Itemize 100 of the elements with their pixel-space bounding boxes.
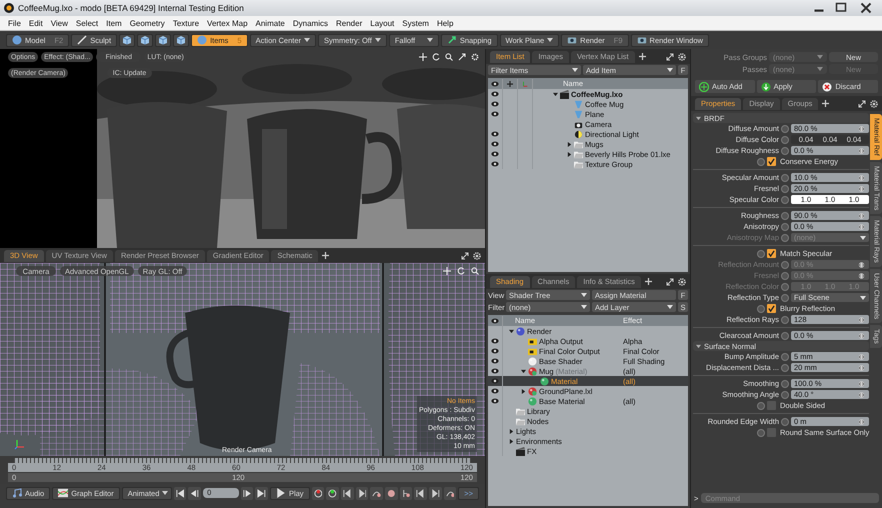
eye-icon[interactable] [491,338,499,344]
arrows-icon[interactable] [857,212,866,218]
channel-dot[interactable] [781,146,789,154]
eye-icon[interactable] [491,358,499,364]
expand-icon[interactable] [666,278,674,286]
menu-item[interactable]: Render [332,18,366,28]
arrows-icon[interactable] [857,174,866,180]
next-key-icon[interactable] [356,486,368,500]
rotate-icon[interactable] [432,53,440,61]
eye-icon[interactable] [491,151,499,157]
checkbox[interactable] [767,428,776,437]
menu-item[interactable]: System [398,18,433,28]
move-icon[interactable] [443,267,451,275]
channel-dot[interactable] [757,428,765,436]
arrows-icon[interactable] [857,380,866,386]
caret-icon[interactable] [509,428,514,434]
channel-dot[interactable] [781,212,789,220]
eye-icon[interactable] [491,348,499,354]
menu-item[interactable]: Animate [252,18,289,28]
record-icon[interactable] [384,486,398,500]
channel-dot[interactable] [757,304,765,312]
checkbox[interactable] [767,401,776,410]
channel-dot[interactable] [781,418,789,426]
step-back-icon[interactable] [188,486,202,500]
menu-item[interactable]: Help [432,18,458,28]
step-forward-icon[interactable] [240,486,254,500]
move-icon[interactable] [419,53,427,61]
arrows-icon[interactable] [857,224,866,230]
key-icon[interactable] [312,486,324,500]
selection-mode-button[interactable] [119,34,136,46]
menu-item[interactable]: Texture [168,18,204,28]
gear-icon[interactable] [678,278,686,286]
channel-dot[interactable] [781,260,789,268]
expand-icon[interactable] [858,100,866,108]
channel-dot[interactable] [757,402,765,410]
channel-dot[interactable] [781,136,789,144]
checkbox[interactable] [767,304,776,313]
channel-dot[interactable] [757,250,765,258]
caret-icon[interactable] [553,92,558,96]
eye-icon[interactable] [491,378,499,384]
expand-icon[interactable] [461,252,469,260]
channel-dot[interactable] [781,332,789,340]
channel-dot[interactable] [781,352,789,360]
search-icon[interactable] [471,267,479,275]
channel-dot[interactable] [781,124,789,132]
menu-item[interactable]: Geometry [126,18,169,28]
add-tab-icon[interactable] [644,278,652,285]
caret-icon[interactable] [567,142,572,146]
eye-icon[interactable] [491,388,499,394]
menu-item[interactable]: View [46,18,72,28]
add-tab-icon[interactable] [822,100,830,107]
arrows-icon[interactable] [857,186,866,192]
curve-icon[interactable] [370,486,383,500]
key-icon[interactable] [326,486,339,500]
caret-icon[interactable] [696,344,701,348]
caret-icon[interactable] [509,438,514,444]
channel-dot[interactable] [781,390,789,398]
arrows-icon[interactable] [857,148,866,154]
menu-item[interactable]: File [4,18,25,28]
caret-icon[interactable] [696,116,701,120]
checkbox[interactable] [767,249,776,258]
expand-icon[interactable] [666,52,674,60]
search-icon[interactable] [445,53,453,61]
curve-icon[interactable] [444,486,456,500]
caret-icon[interactable] [521,368,526,374]
eye-icon[interactable] [491,161,499,167]
menu-item[interactable]: Edit [24,18,47,28]
skip-end-icon[interactable] [255,486,268,500]
menu-item[interactable]: Item [102,18,126,28]
eye-icon[interactable] [491,111,499,117]
menu-item[interactable]: Vertex Map [203,18,252,28]
eye-icon[interactable] [491,368,499,374]
menu-item[interactable]: Layout [366,18,398,28]
arrows-icon[interactable] [857,272,866,278]
gear-icon[interactable] [870,100,878,108]
channel-dot[interactable] [781,380,789,388]
selection-mode-button[interactable] [155,34,172,46]
gear-icon[interactable] [473,252,481,260]
eye-icon[interactable] [491,318,499,324]
skip-start-icon[interactable] [174,486,186,500]
arrows-icon[interactable] [857,126,866,132]
eye-icon[interactable] [491,141,499,147]
channel-dot[interactable] [781,184,789,192]
gear-icon[interactable] [678,52,686,60]
arrows-icon[interactable] [857,316,866,322]
eye-icon[interactable] [491,80,499,86]
channel-dot[interactable] [781,174,789,182]
eye-icon[interactable] [491,398,499,404]
arrows-icon[interactable] [857,354,866,360]
caret-icon[interactable] [509,328,514,334]
eye-icon[interactable] [491,131,499,137]
channel-dot[interactable] [781,282,789,290]
previous-key-icon[interactable] [414,486,427,500]
arrows-icon[interactable] [857,262,866,268]
channel-dot[interactable] [757,158,765,166]
channel-dot[interactable] [781,316,789,324]
previous-key-icon[interactable] [340,486,354,500]
rotate-icon[interactable] [457,267,465,275]
next-key-icon[interactable] [428,486,442,500]
menu-item[interactable]: Dynamics [288,18,332,28]
